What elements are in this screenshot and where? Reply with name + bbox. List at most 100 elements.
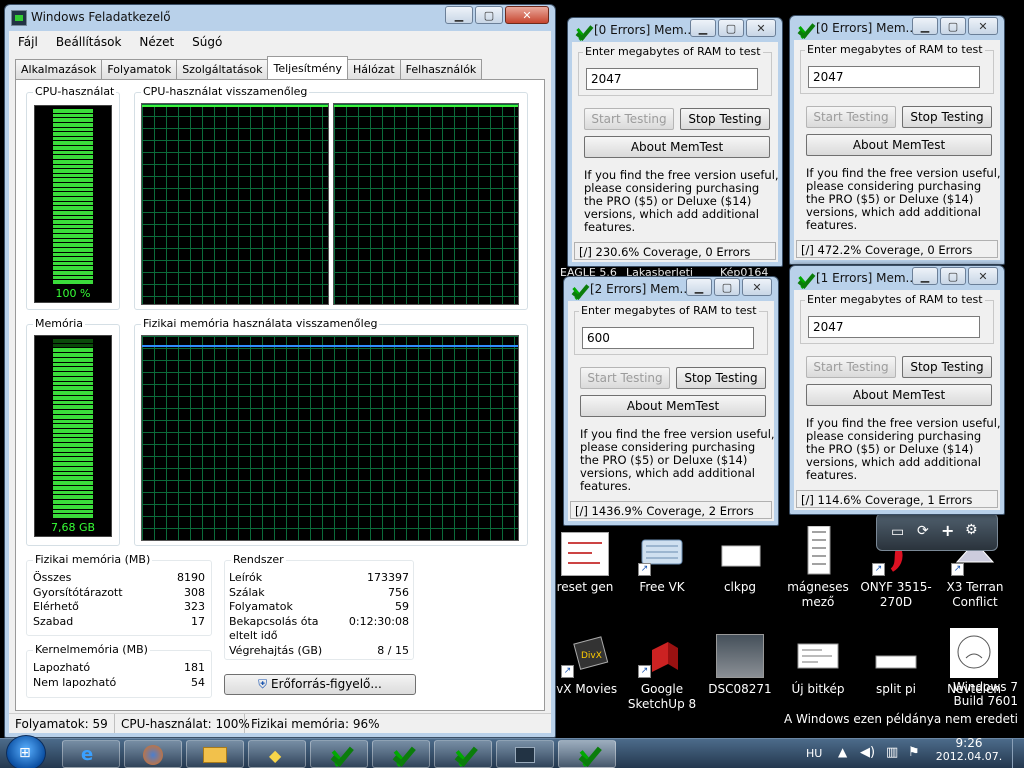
- minimize-button[interactable]: ▁: [445, 6, 473, 24]
- minimize-button[interactable]: ▁: [686, 278, 712, 296]
- taskbar-ie[interactable]: e: [62, 740, 120, 768]
- meter-segment: [53, 164, 93, 169]
- close-button[interactable]: ✕: [746, 19, 776, 37]
- meter-segment: [53, 206, 93, 210]
- task-manager-titlebar[interactable]: Windows Feladatkezelő ▁ ▢ ✕: [5, 5, 555, 29]
- memtest-titlebar[interactable]: [2 Errors] Mem... ▁ ▢ ✕: [564, 277, 778, 301]
- memtest-window-3[interactable]: [2 Errors] Mem... ▁ ▢ ✕ Enter megabytes …: [563, 276, 779, 526]
- memtest-titlebar[interactable]: [0 Errors] Mem... ▁ ▢ ✕: [790, 16, 1004, 40]
- meter-segment: [53, 234, 93, 238]
- memtest-titlebar[interactable]: [1 Errors] Mem... ▁ ▢ ✕: [790, 266, 1004, 290]
- add-icon[interactable]: +: [941, 521, 954, 540]
- tab-applications[interactable]: Alkalmazások: [15, 59, 103, 79]
- ram-amount-input[interactable]: 2047: [586, 68, 758, 90]
- minimize-button[interactable]: ▁: [912, 267, 938, 285]
- clock[interactable]: 9:26 2012.04.07.: [934, 736, 1004, 764]
- about-memtest-button[interactable]: About MemTest: [584, 136, 770, 158]
- memtest-window-1[interactable]: [0 Errors] Mem... ▁ ▢ ✕ Enter megabytes …: [567, 17, 783, 267]
- memtest-window-4[interactable]: [1 Errors] Mem... ▁ ▢ ✕ Enter megabytes …: [789, 265, 1005, 515]
- stat-row-handles: Leírók 173397: [229, 571, 409, 584]
- about-memtest-button[interactable]: About MemTest: [806, 134, 992, 156]
- desktop-icon-sketchup[interactable]: ↗ Google SketchUp 8: [622, 634, 702, 712]
- volume-icon[interactable]: ◀): [860, 745, 875, 760]
- tab-processes[interactable]: Folyamatok: [101, 59, 178, 79]
- desktop-icon-free-vk[interactable]: ↗ Free VK: [622, 532, 702, 595]
- desktop-icon-split-pi[interactable]: split pi: [856, 634, 936, 697]
- network-icon[interactable]: ▥: [886, 745, 898, 760]
- folder-icon[interactable]: ▭: [891, 524, 904, 540]
- close-button[interactable]: ✕: [968, 17, 998, 35]
- desktop-icon-uj-bitkep[interactable]: Új bitkép: [778, 634, 858, 697]
- maximize-button[interactable]: ▢: [940, 17, 966, 35]
- memtest-window-2[interactable]: [0 Errors] Mem... ▁ ▢ ✕ Enter megabytes …: [789, 15, 1005, 265]
- stop-testing-button[interactable]: Stop Testing: [676, 367, 766, 389]
- start-testing-button[interactable]: Start Testing: [584, 108, 674, 130]
- action-center-icon[interactable]: ⚑: [908, 745, 920, 760]
- windows-not-genuine-text: A Windows ezen példánya nem eredeti: [783, 712, 1018, 726]
- taskbar-memtest-1[interactable]: [310, 740, 368, 768]
- about-memtest-button[interactable]: About MemTest: [580, 395, 766, 417]
- photo-icon: [716, 634, 764, 678]
- close-button[interactable]: ✕: [505, 6, 549, 24]
- close-button[interactable]: ✕: [968, 267, 998, 285]
- language-indicator[interactable]: HU: [806, 747, 822, 760]
- task-manager-window[interactable]: Windows Feladatkezelő ▁ ▢ ✕ Fájl Beállít…: [4, 4, 556, 738]
- memtest-body: Enter megabytes of RAM to test 2047 Star…: [794, 290, 1001, 510]
- start-testing-button[interactable]: Start Testing: [806, 106, 896, 128]
- minimize-button[interactable]: ▁: [912, 17, 938, 35]
- ram-group-label: Enter megabytes of RAM to test: [805, 293, 985, 306]
- menu-file[interactable]: Fájl: [9, 31, 47, 53]
- meter-segment: [53, 514, 93, 518]
- taskbar-memtest-2[interactable]: [372, 740, 430, 768]
- settings-icon[interactable]: ⚙: [965, 522, 978, 538]
- stop-testing-button[interactable]: Stop Testing: [680, 108, 770, 130]
- ram-amount-input[interactable]: 2047: [808, 66, 980, 88]
- desktop-icon-dsc[interactable]: DSC08271: [700, 634, 780, 697]
- taskbar-memtest-3[interactable]: [434, 740, 492, 768]
- memtest-status: [/] 114.6% Coverage, 1 Errors: [796, 490, 998, 508]
- desktop-icon-divx[interactable]: DivX ↗ ivX Movies: [545, 634, 625, 697]
- memtest-body: Enter megabytes of RAM to test 2047 Star…: [794, 40, 1001, 260]
- tab-users[interactable]: Felhasználók: [399, 59, 483, 79]
- minimize-button[interactable]: ▁: [690, 19, 716, 37]
- tab-services[interactable]: Szolgáltatások: [176, 59, 269, 79]
- meter-segment: [53, 220, 93, 224]
- taskbar-media[interactable]: ◆: [248, 740, 306, 768]
- minimize-icon: ▁: [920, 269, 930, 283]
- close-button[interactable]: ✕: [742, 278, 772, 296]
- meter-segment: [53, 429, 93, 433]
- menu-options[interactable]: Beállítások: [47, 31, 131, 53]
- maximize-button[interactable]: ▢: [940, 267, 966, 285]
- start-testing-button[interactable]: Start Testing: [580, 367, 670, 389]
- maximize-button[interactable]: ▢: [718, 19, 744, 37]
- ram-amount-input[interactable]: 600: [582, 327, 754, 349]
- taskbar-task-manager[interactable]: [496, 740, 554, 768]
- tab-networking[interactable]: Hálózat: [347, 59, 401, 79]
- desktop-icon-magneses-mezo[interactable]: mágneses mező: [778, 525, 858, 610]
- refresh-icon[interactable]: ⟳: [917, 523, 929, 539]
- ram-amount-input[interactable]: 2047: [808, 316, 980, 338]
- start-testing-button[interactable]: Start Testing: [806, 356, 896, 378]
- minimize-icon: ▁: [920, 19, 930, 33]
- maximize-button[interactable]: ▢: [714, 278, 740, 296]
- ram-group-label: Enter megabytes of RAM to test: [805, 43, 985, 56]
- memtest-titlebar[interactable]: [0 Errors] Mem... ▁ ▢ ✕: [568, 18, 782, 42]
- stop-testing-button[interactable]: Stop Testing: [902, 356, 992, 378]
- desktop-icon-reset-gen[interactable]: reset gen: [545, 532, 625, 595]
- taskbar-memtest-4[interactable]: [558, 740, 616, 768]
- desktop-icon-clkpg[interactable]: clkpg: [700, 532, 780, 595]
- tray-show-hidden-icon[interactable]: ▲: [838, 745, 847, 759]
- stop-testing-button[interactable]: Stop Testing: [902, 106, 992, 128]
- maximize-button[interactable]: ▢: [475, 6, 503, 24]
- shield-icon: ⛨: [258, 677, 268, 691]
- taskbar-firefox[interactable]: [124, 740, 182, 768]
- show-desktop-button[interactable]: [1012, 739, 1024, 768]
- start-button[interactable]: ⊞: [6, 735, 46, 768]
- menu-view[interactable]: Nézet: [130, 31, 183, 53]
- taskbar-explorer[interactable]: [186, 740, 244, 768]
- menu-help[interactable]: Súgó: [183, 31, 231, 53]
- resource-monitor-button[interactable]: ⛨ Erőforrás-figyelő...: [224, 674, 416, 695]
- tab-performance[interactable]: Teljesítmény: [267, 56, 349, 79]
- about-memtest-button[interactable]: About MemTest: [806, 384, 992, 406]
- meter-segment: [53, 457, 93, 462]
